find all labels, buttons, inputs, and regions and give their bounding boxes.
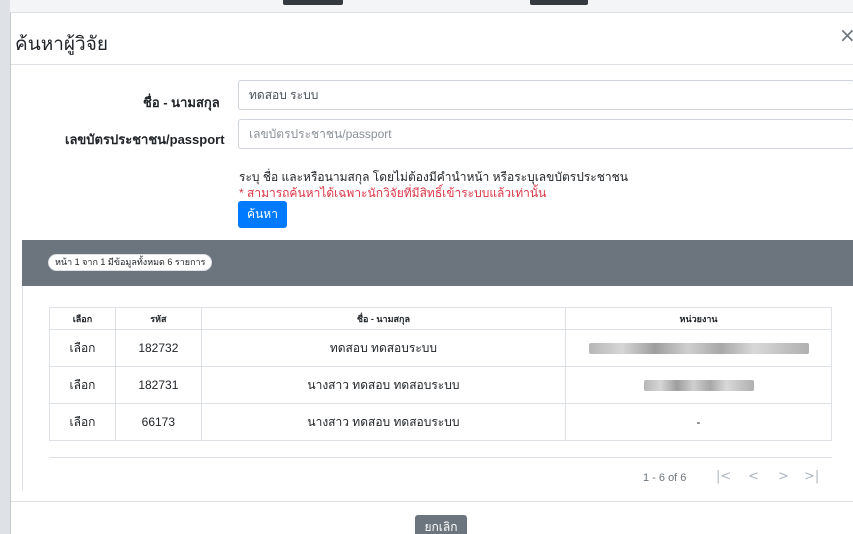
select-link[interactable]: เลือก: [49, 366, 116, 404]
close-button[interactable]: ×: [839, 23, 853, 47]
modal-title: ค้นหาผู้วิจัย: [15, 33, 108, 55]
researcher-id: 182731: [114, 366, 202, 404]
researcher-name: ทดสอบ ทดสอบระบบ: [200, 329, 567, 367]
name-label: ชื่อ - นามสกุล: [143, 95, 220, 110]
results-count-badge: หน้า 1 จาก 1 มีข้อมูลทั้งหมด 6 รายการ: [48, 254, 213, 271]
redacted-org: [588, 343, 809, 355]
backdrop-left-edge: [0, 0, 10, 534]
search-researcher-modal: ค้นหาผู้วิจัย × ชื่อ - นามสกุล เลขบัตรปร…: [10, 12, 853, 534]
results-table: เลือก รหัส ชื่อ - นามสกุล หน่วยงาน เลือก…: [49, 307, 832, 441]
researcher-name: นางสาว ทดสอบ ทดสอบระบบ: [200, 366, 567, 404]
researcher-id: 182732: [114, 329, 202, 367]
redacted-org: [643, 380, 754, 392]
table-row: เลือก 182732 ทดสอบ ทดสอบระบบ: [49, 329, 832, 367]
table-row: เลือก 182731 นางสาว ทดสอบ ทดสอบระบบ: [49, 366, 832, 404]
search-button[interactable]: ค้นหา: [238, 201, 287, 228]
previous-page-icon[interactable]: <: [748, 469, 759, 484]
researcher-name: นางสาว ทดสอบ ทดสอบระบบ: [200, 403, 567, 441]
select-link[interactable]: เลือก: [49, 329, 116, 367]
obscured-background-text: [283, 0, 343, 5]
table-header-row: เลือก รหัส ชื่อ - นามสกุล หน่วยงาน: [49, 307, 832, 330]
select-link[interactable]: เลือก: [49, 403, 116, 441]
id-label: เลขบัตรประชาชน/passport: [65, 132, 225, 147]
modal-header: ค้นหาผู้วิจัย ×: [11, 13, 853, 65]
first-page-icon[interactable]: |<: [716, 469, 731, 484]
next-page-icon[interactable]: >: [778, 469, 789, 484]
cancel-button[interactable]: ยกเลิก: [415, 515, 467, 534]
table-divider: [49, 457, 832, 458]
id-input[interactable]: [238, 119, 853, 149]
researcher-id: 66173: [114, 403, 202, 441]
modal-footer-divider: [11, 501, 853, 502]
search-warning: * สามารถค้นหาได้เฉพาะนักวิจัยที่มีสิทธิ์…: [239, 186, 547, 200]
table-row: เลือก 66173 นางสาว ทดสอบ ทดสอบระบบ -: [49, 403, 832, 441]
last-page-icon[interactable]: >|: [804, 469, 819, 484]
obscured-background-text: [530, 0, 588, 5]
column-header-select: เลือก: [49, 307, 116, 330]
column-header-org: หน่วยงาน: [565, 307, 832, 330]
researcher-org: [565, 366, 832, 404]
column-header-id: รหัส: [114, 307, 202, 330]
backdrop-header-strip: [10, 0, 853, 12]
pagination-range: 1 - 6 of 6: [643, 472, 687, 484]
column-header-name: ชื่อ - นามสกุล: [200, 307, 567, 330]
researcher-org: -: [565, 403, 832, 441]
researcher-org: [565, 329, 832, 367]
name-input[interactable]: [238, 80, 853, 110]
results-card-header: หน้า 1 จาก 1 มีข้อมูลทั้งหมด 6 รายการ: [22, 240, 853, 286]
